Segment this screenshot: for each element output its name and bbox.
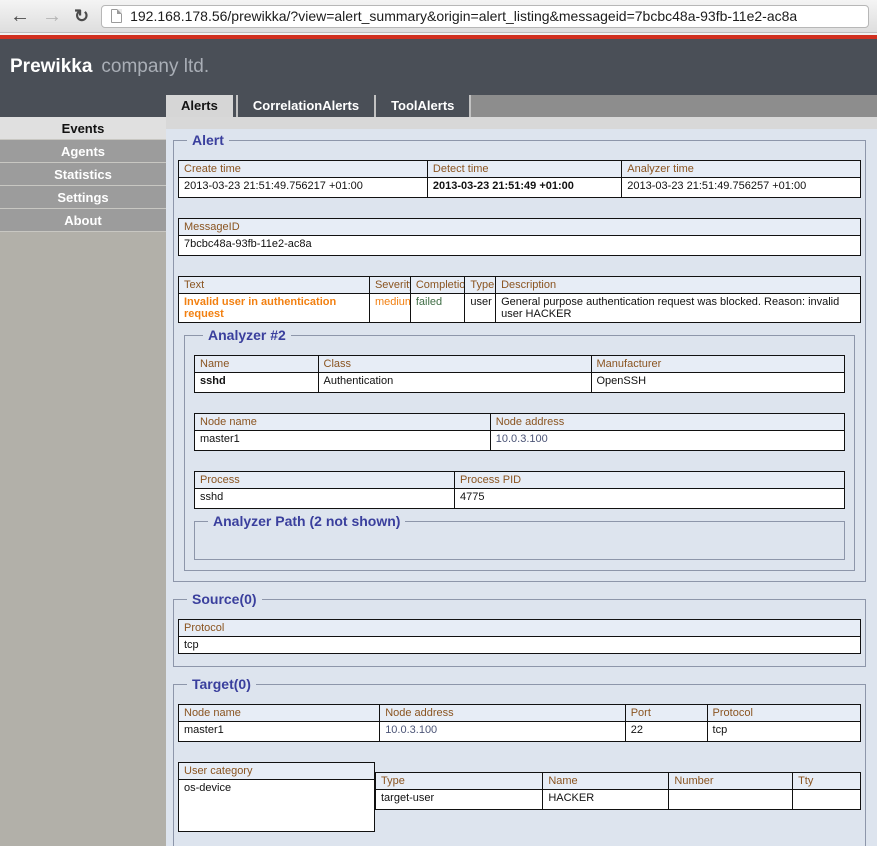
col-target-node-address: Node address: [380, 705, 626, 722]
classification-table: Text Severity Completion Type Descriptio…: [178, 276, 861, 323]
tab-alerts[interactable]: Alerts: [166, 95, 233, 117]
user-tty-value: [793, 790, 861, 810]
target-user-table-wrap: Type Name Number Tty target-user HACKER: [375, 772, 861, 810]
sidebar-item-events[interactable]: Events: [0, 117, 166, 140]
tab-correlationalerts[interactable]: CorrelationAlerts: [236, 95, 374, 117]
app-header: Prewikka company ltd.: [0, 39, 877, 95]
messageid-value: 7bcbc48a-93fb-11e2-ac8a: [179, 236, 861, 256]
analyzer-time-value: 2013-03-23 21:51:49.756257 +01:00: [622, 178, 861, 198]
user-type-value: target-user: [376, 790, 543, 810]
analyzer-process-value: sshd: [195, 489, 455, 509]
analyzer-path-legend: Analyzer Path (2 not shown): [208, 513, 405, 529]
col-manufacturer: Manufacturer: [591, 356, 845, 373]
target-legend: Target(0): [187, 676, 256, 692]
main-content: Alert Create time Detect time Analyzer t…: [166, 117, 877, 846]
content-top-strip: [166, 117, 877, 129]
messageid-table: MessageID 7bcbc48a-93fb-11e2-ac8a: [178, 218, 861, 256]
sidebar: Events Agents Statistics Settings About: [0, 117, 166, 846]
source-section: Source(0) Protocol tcp: [173, 591, 866, 667]
user-number-value: [669, 790, 793, 810]
description-value: General purpose authentication request w…: [496, 294, 861, 323]
user-category-table: User category os-device: [178, 762, 375, 832]
forward-icon[interactable]: →: [42, 6, 62, 26]
col-process: Process: [195, 472, 455, 489]
target-user-table: Type Name Number Tty target-user HACKER: [375, 772, 861, 810]
analyzer-legend: Analyzer #2: [203, 327, 291, 343]
target-node-address-value: 10.0.3.100: [380, 722, 626, 742]
tab-bar-filler: [469, 95, 877, 117]
analyzer-process-pid-value: 4775: [455, 489, 845, 509]
alert-legend: Alert: [187, 132, 229, 148]
analyzer-manufacturer-value: OpenSSH: [591, 373, 845, 393]
back-icon[interactable]: ←: [10, 6, 30, 26]
col-create-time: Create time: [179, 161, 428, 178]
brand-suffix: company ltd.: [101, 56, 209, 78]
page-icon: [111, 9, 122, 23]
target-port-value: 22: [625, 722, 707, 742]
severity-value: medium: [369, 294, 410, 323]
analyzer-class-value: Authentication: [318, 373, 591, 393]
target-node-table: Node name Node address Port Protocol mas…: [178, 704, 861, 742]
alert-section: Alert Create time Detect time Analyzer t…: [173, 132, 866, 582]
url-text[interactable]: 192.168.178.56/prewikka/?view=alert_summ…: [130, 8, 797, 24]
type-value: user: [465, 294, 496, 323]
col-name: Name: [195, 356, 319, 373]
completion-value: failed: [410, 294, 465, 323]
col-completion: Completion: [410, 277, 465, 294]
analyzer-node-address-value: 10.0.3.100: [490, 431, 844, 451]
analyzer-name-value: sshd: [195, 373, 319, 393]
col-target-node-name: Node name: [179, 705, 380, 722]
col-target-protocol: Protocol: [707, 705, 860, 722]
analyzer-info-table: Name Class Manufacturer sshd Authenticat…: [194, 355, 845, 393]
analyzer-process-table: Process Process PID sshd 4775: [194, 471, 845, 509]
tab-bar: Alerts CorrelationAlerts ToolAlerts: [0, 95, 877, 117]
col-text: Text: [179, 277, 370, 294]
col-target-port: Port: [625, 705, 707, 722]
classification-text: Invalid user in authentication request: [179, 294, 370, 323]
target-user-block: User category os-device Type Name Number…: [178, 754, 861, 832]
col-user-tty: Tty: [793, 773, 861, 790]
col-user-name: Name: [543, 773, 669, 790]
analyzer-node-name-value: master1: [195, 431, 491, 451]
col-severity: Severity: [369, 277, 410, 294]
col-type: Type: [465, 277, 496, 294]
detect-time-value: 2013-03-23 21:51:49 +01:00: [427, 178, 621, 198]
tab-bar-spacer: [0, 95, 166, 117]
brand-name: Prewikka: [10, 56, 92, 78]
col-user-category: User category: [179, 763, 375, 780]
user-category-value: os-device: [179, 780, 375, 832]
sidebar-item-settings[interactable]: Settings: [0, 186, 166, 209]
col-analyzer-time: Analyzer time: [622, 161, 861, 178]
col-process-pid: Process PID: [455, 472, 845, 489]
url-bar[interactable]: 192.168.178.56/prewikka/?view=alert_summ…: [101, 5, 869, 28]
tab-toolalerts[interactable]: ToolAlerts: [374, 95, 469, 117]
source-legend: Source(0): [187, 591, 262, 607]
source-protocol-table: Protocol tcp: [178, 619, 861, 654]
col-description: Description: [496, 277, 861, 294]
sidebar-item-agents[interactable]: Agents: [0, 140, 166, 163]
target-node-name-value: master1: [179, 722, 380, 742]
col-node-address: Node address: [490, 414, 844, 431]
sidebar-item-statistics[interactable]: Statistics: [0, 163, 166, 186]
col-node-name: Node name: [195, 414, 491, 431]
user-name-value: HACKER: [543, 790, 669, 810]
col-user-type: Type: [376, 773, 543, 790]
col-class: Class: [318, 356, 591, 373]
analyzer-path-section: Analyzer Path (2 not shown): [194, 513, 845, 560]
reload-icon[interactable]: ↻: [74, 6, 89, 26]
target-section: Target(0) Node name Node address Port Pr…: [173, 676, 866, 846]
create-time-value: 2013-03-23 21:51:49.756217 +01:00: [179, 178, 428, 198]
analyzer-node-table: Node name Node address master1 10.0.3.10…: [194, 413, 845, 451]
col-source-protocol: Protocol: [179, 620, 861, 637]
col-detect-time: Detect time: [427, 161, 621, 178]
col-messageid: MessageID: [179, 219, 861, 236]
target-protocol-value: tcp: [707, 722, 860, 742]
col-user-number: Number: [669, 773, 793, 790]
sidebar-item-about[interactable]: About: [0, 209, 166, 232]
source-protocol-value: tcp: [179, 637, 861, 654]
alert-times-table: Create time Detect time Analyzer time 20…: [178, 160, 861, 198]
analyzer-section: Analyzer #2 Name Class Manufacturer sshd…: [184, 327, 855, 571]
browser-toolbar: ← → ↻ 192.168.178.56/prewikka/?view=aler…: [0, 0, 877, 33]
